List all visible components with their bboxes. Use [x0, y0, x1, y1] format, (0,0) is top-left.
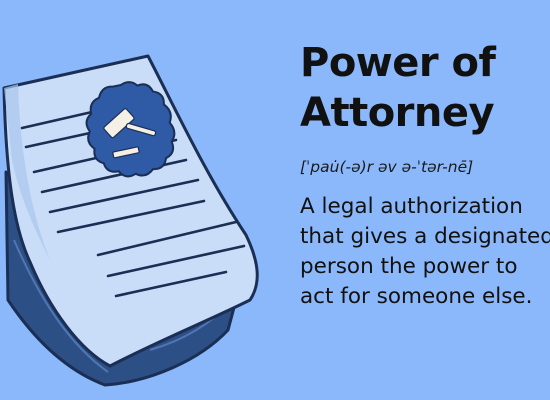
- definition-line: act for someone else.: [300, 284, 533, 309]
- title-line-2: Attorney: [300, 90, 495, 136]
- definition-line: person the power to: [300, 254, 518, 279]
- title-line-1: Power of: [300, 40, 496, 86]
- definition-line: that gives a designated: [300, 224, 550, 249]
- pronunciation: [ˈpau̇(-ə)r əv ə-ˈtər-nē]: [300, 158, 474, 176]
- text-panel: Power of Attorney [ˈpau̇(-ə)r əv ə-ˈtər-…: [300, 38, 550, 312]
- definition-line: A legal authorization: [300, 194, 523, 219]
- definition: A legal authorization that gives a desig…: [300, 192, 550, 312]
- page-title: Power of Attorney: [300, 38, 550, 138]
- document-illustration: [2, 54, 259, 387]
